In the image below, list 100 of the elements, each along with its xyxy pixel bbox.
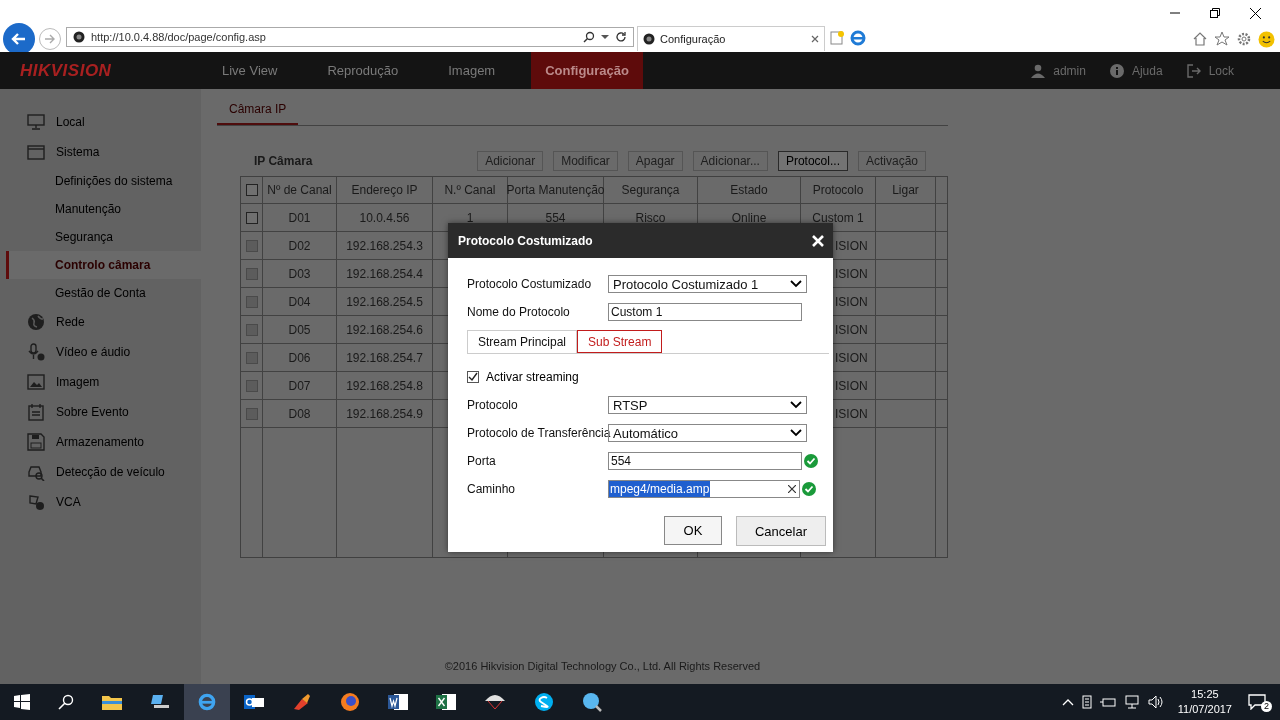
forward-arrow-icon — [43, 32, 57, 46]
table-cell: D01 — [288, 210, 311, 225]
refresh-icon[interactable] — [615, 31, 627, 43]
site-icon — [73, 31, 85, 43]
chevron-up-icon[interactable] — [1061, 698, 1074, 706]
nav-tab[interactable]: Reprodução — [313, 52, 413, 89]
chevron-icon — [790, 429, 802, 437]
sidebar-item[interactable]: Imagem — [6, 367, 201, 397]
word-app-icon[interactable] — [388, 693, 408, 711]
home-icon[interactable] — [1192, 31, 1208, 47]
browser-logo-icon[interactable] — [197, 692, 217, 712]
clear-icon[interactable] — [788, 485, 796, 493]
address-bar[interactable]: http://10.0.4.88/doc/page/config.asp — [66, 27, 634, 47]
browser-tab[interactable]: Configuração — [637, 26, 825, 51]
sidebar-item[interactable]: Definições do sistema — [6, 167, 201, 195]
table-cell: 192.168.254.8 — [346, 378, 423, 393]
table-cell: Risco — [635, 210, 666, 225]
table-cell: 554 — [545, 210, 566, 225]
table-cell: ISION — [835, 294, 868, 309]
user-name[interactable]: admin — [1053, 63, 1086, 78]
spreadsheet-app-icon[interactable] — [436, 693, 456, 711]
search-icon[interactable] — [58, 694, 74, 710]
tab[interactable]: Câmara IP — [217, 102, 299, 125]
protocol-dropdown[interactable]: RTSP — [608, 396, 807, 414]
start-icon[interactable] — [14, 694, 30, 710]
path-field[interactable]: mpeg4/media.amp — [608, 480, 800, 498]
mail-app-icon[interactable] — [244, 693, 264, 711]
select-all-checkbox[interactable] — [245, 184, 258, 196]
field-label: Nome do Protocolo — [467, 305, 571, 319]
table-cell: ISION — [835, 378, 868, 393]
table-title: IP Câmara — [254, 154, 313, 168]
row-checkbox[interactable] — [245, 211, 258, 224]
clock-time[interactable]: 15:25 — [1191, 687, 1219, 702]
logout-icon — [1186, 63, 1201, 78]
sidebar-item[interactable]: Armazenamento — [6, 427, 201, 457]
stream-tab[interactable]: Sub Stream — [577, 330, 663, 353]
close-icon[interactable] — [1250, 8, 1261, 19]
nav-tab[interactable]: Imagem — [434, 52, 510, 89]
sidebar-item[interactable]: Controlo câmara — [6, 251, 201, 279]
battery-icon[interactable] — [1099, 696, 1116, 708]
field-label: Caminho — [467, 482, 517, 496]
smiley-icon[interactable] — [1258, 31, 1275, 48]
globe-icon — [27, 313, 45, 331]
ok-button[interactable]: OK — [664, 516, 722, 545]
stream-tab[interactable]: Stream Principal — [467, 330, 578, 353]
sidebar-item[interactable]: Local — [6, 107, 201, 137]
field-label: Protocolo — [467, 398, 519, 412]
enable-checkbox[interactable] — [467, 371, 479, 383]
sidebar-item[interactable]: Sistema — [6, 137, 201, 167]
sidebar-item[interactable]: Segurança — [6, 223, 201, 251]
logo: HIKVISION — [19, 60, 113, 81]
sidebar-item[interactable]: Manutenção — [6, 195, 201, 223]
sidebar-item[interactable]: Vídeo e áudio — [6, 337, 201, 367]
protocol-dropdown[interactable]: Protocolo Costumizado 1 — [608, 275, 807, 293]
table-cell: ISION — [835, 322, 868, 337]
network-icon[interactable] — [1123, 695, 1140, 709]
star-icon[interactable] — [1214, 31, 1230, 47]
magnifier-app-icon[interactable] — [582, 692, 602, 712]
browser-logo-icon[interactable] — [849, 29, 867, 47]
help-link[interactable]: Ajuda — [1131, 63, 1163, 78]
lock-link[interactable]: Lock — [1208, 63, 1234, 78]
sidebar-item[interactable]: Rede — [6, 307, 201, 337]
chat-app-icon[interactable] — [534, 692, 554, 712]
table-cell: D04 — [288, 294, 311, 309]
column-header: Ligar — [876, 177, 936, 203]
dialog-title: Protocolo Costumizado — [458, 233, 593, 248]
cancel-button[interactable]: Cancelar — [736, 516, 826, 546]
sidebar-item[interactable]: Sobre Evento — [6, 397, 201, 427]
toolbar-button[interactable]: Protocol... — [777, 151, 848, 171]
table-cell: ISION — [835, 406, 868, 421]
window-icon — [27, 143, 45, 161]
clock-date[interactable]: 11/07/2017 — [1177, 702, 1232, 717]
name-field[interactable]: Custom 1 — [608, 303, 802, 321]
search-icon[interactable] — [583, 31, 595, 43]
field-label: Porta — [467, 454, 497, 468]
parachute-icon[interactable] — [484, 693, 506, 711]
folder-icon[interactable] — [102, 694, 122, 710]
device-icon[interactable] — [1081, 695, 1092, 709]
site-icon — [643, 33, 655, 45]
table-cell: D03 — [288, 266, 311, 281]
sidebar-item[interactable]: VCA — [6, 487, 201, 517]
user-icon — [1031, 63, 1046, 78]
table-cell: 1 — [466, 210, 474, 225]
sidebar-item[interactable]: Gestão de Conta — [6, 279, 201, 307]
speaker-icon[interactable] — [1147, 695, 1164, 709]
fox-browser-icon[interactable] — [340, 692, 360, 712]
brush-icon[interactable] — [292, 693, 312, 711]
settings-icon[interactable] — [1236, 31, 1252, 47]
car-search-icon — [27, 463, 45, 481]
nav-tab[interactable]: Configuração — [531, 52, 643, 89]
restore-icon[interactable] — [1210, 8, 1220, 18]
table-cell: ISION — [835, 350, 868, 365]
table-cell: 192.168.254.9 — [346, 406, 423, 421]
dropdown-icon[interactable] — [601, 34, 609, 40]
back-button[interactable] — [3, 23, 35, 55]
column-header: Porta Manutenção — [508, 177, 604, 203]
table-cell: 192.168.254.4 — [346, 266, 423, 281]
port-field[interactable]: 554 — [608, 452, 802, 470]
sidebar-item[interactable]: Detecção de veículo — [6, 457, 201, 487]
nav-tab[interactable]: Live View — [208, 52, 292, 89]
